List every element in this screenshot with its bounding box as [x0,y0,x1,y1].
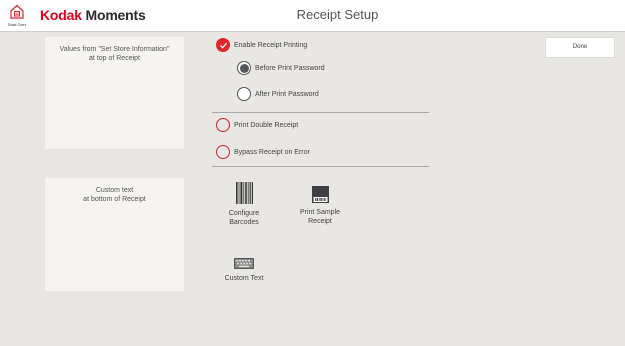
custom-text-label: Custom Text [224,275,264,282]
brand-logo: Kodak Moments [40,7,146,23]
store-info-text-line2: at top of Receipt [89,55,140,62]
print-double-receipt-label: Print Double Receipt [234,121,299,129]
start-over-label: Start Over [7,22,27,27]
radio-unselected-icon [237,87,251,101]
enable-receipt-printing-label: Enable Receipt Printing [234,41,308,49]
radio-selected-icon [237,61,251,75]
unchecked-circle-icon [216,118,230,132]
unchecked-circle-icon [216,145,230,159]
start-over-button[interactable]: Start Over [6,4,28,28]
configure-barcodes-label: Configure Barcodes [222,209,266,227]
store-info-preview-box: Values from "Set Store Information" at t… [45,37,184,149]
after-print-password-radio[interactable]: After Print Password [237,87,319,101]
before-print-password-radio[interactable]: Before Print Password [237,61,325,75]
after-print-password-label: After Print Password [255,90,319,98]
keyboard-icon [234,258,254,269]
custom-text-line1: Custom text [95,187,134,194]
print-double-receipt-checkbox[interactable]: Print Double Receipt [216,118,298,132]
enable-receipt-printing-checkbox[interactable]: Enable Receipt Printing [216,38,307,52]
print-sample-receipt-button[interactable]: Print Sample Receipt [292,186,348,226]
configure-barcodes-button[interactable]: Configure Barcodes [222,182,266,227]
header-bar: Start Over Kodak Moments Receipt Setup [0,0,625,31]
configure-barcodes-label-line1: Configure [228,210,260,217]
custom-text-preview-box: Custom text at bottom of Receipt [45,178,184,291]
checkmark-icon [216,38,230,52]
print-sample-receipt-label: Print Sample Receipt [292,208,348,226]
custom-text-button[interactable]: Custom Text [222,258,266,283]
settings-panel: Values from "Set Store Information" at t… [0,31,625,346]
page-title: Receipt Setup [296,7,379,22]
configure-barcodes-label-line2: Barcodes [229,219,259,226]
printer-icon [311,186,329,203]
print-sample-receipt-label-line2: Receipt [308,218,332,225]
divider [212,112,429,113]
brand-kodak: Kodak [40,7,82,23]
barcode-icon [235,182,253,204]
bypass-receipt-on-error-checkbox[interactable]: Bypass Receipt on Error [216,145,310,159]
brand-moments: Moments [85,7,146,23]
custom-text-line2: at bottom of Receipt [83,196,146,203]
done-button[interactable]: Done [545,37,615,58]
print-sample-receipt-label-line1: Print Sample [299,209,341,216]
divider [212,166,429,167]
bypass-receipt-on-error-label: Bypass Receipt on Error [234,148,310,156]
before-print-password-label: Before Print Password [255,64,325,72]
store-info-text-line1: Values from "Set Store Information" [59,46,170,53]
home-icon [10,4,24,19]
